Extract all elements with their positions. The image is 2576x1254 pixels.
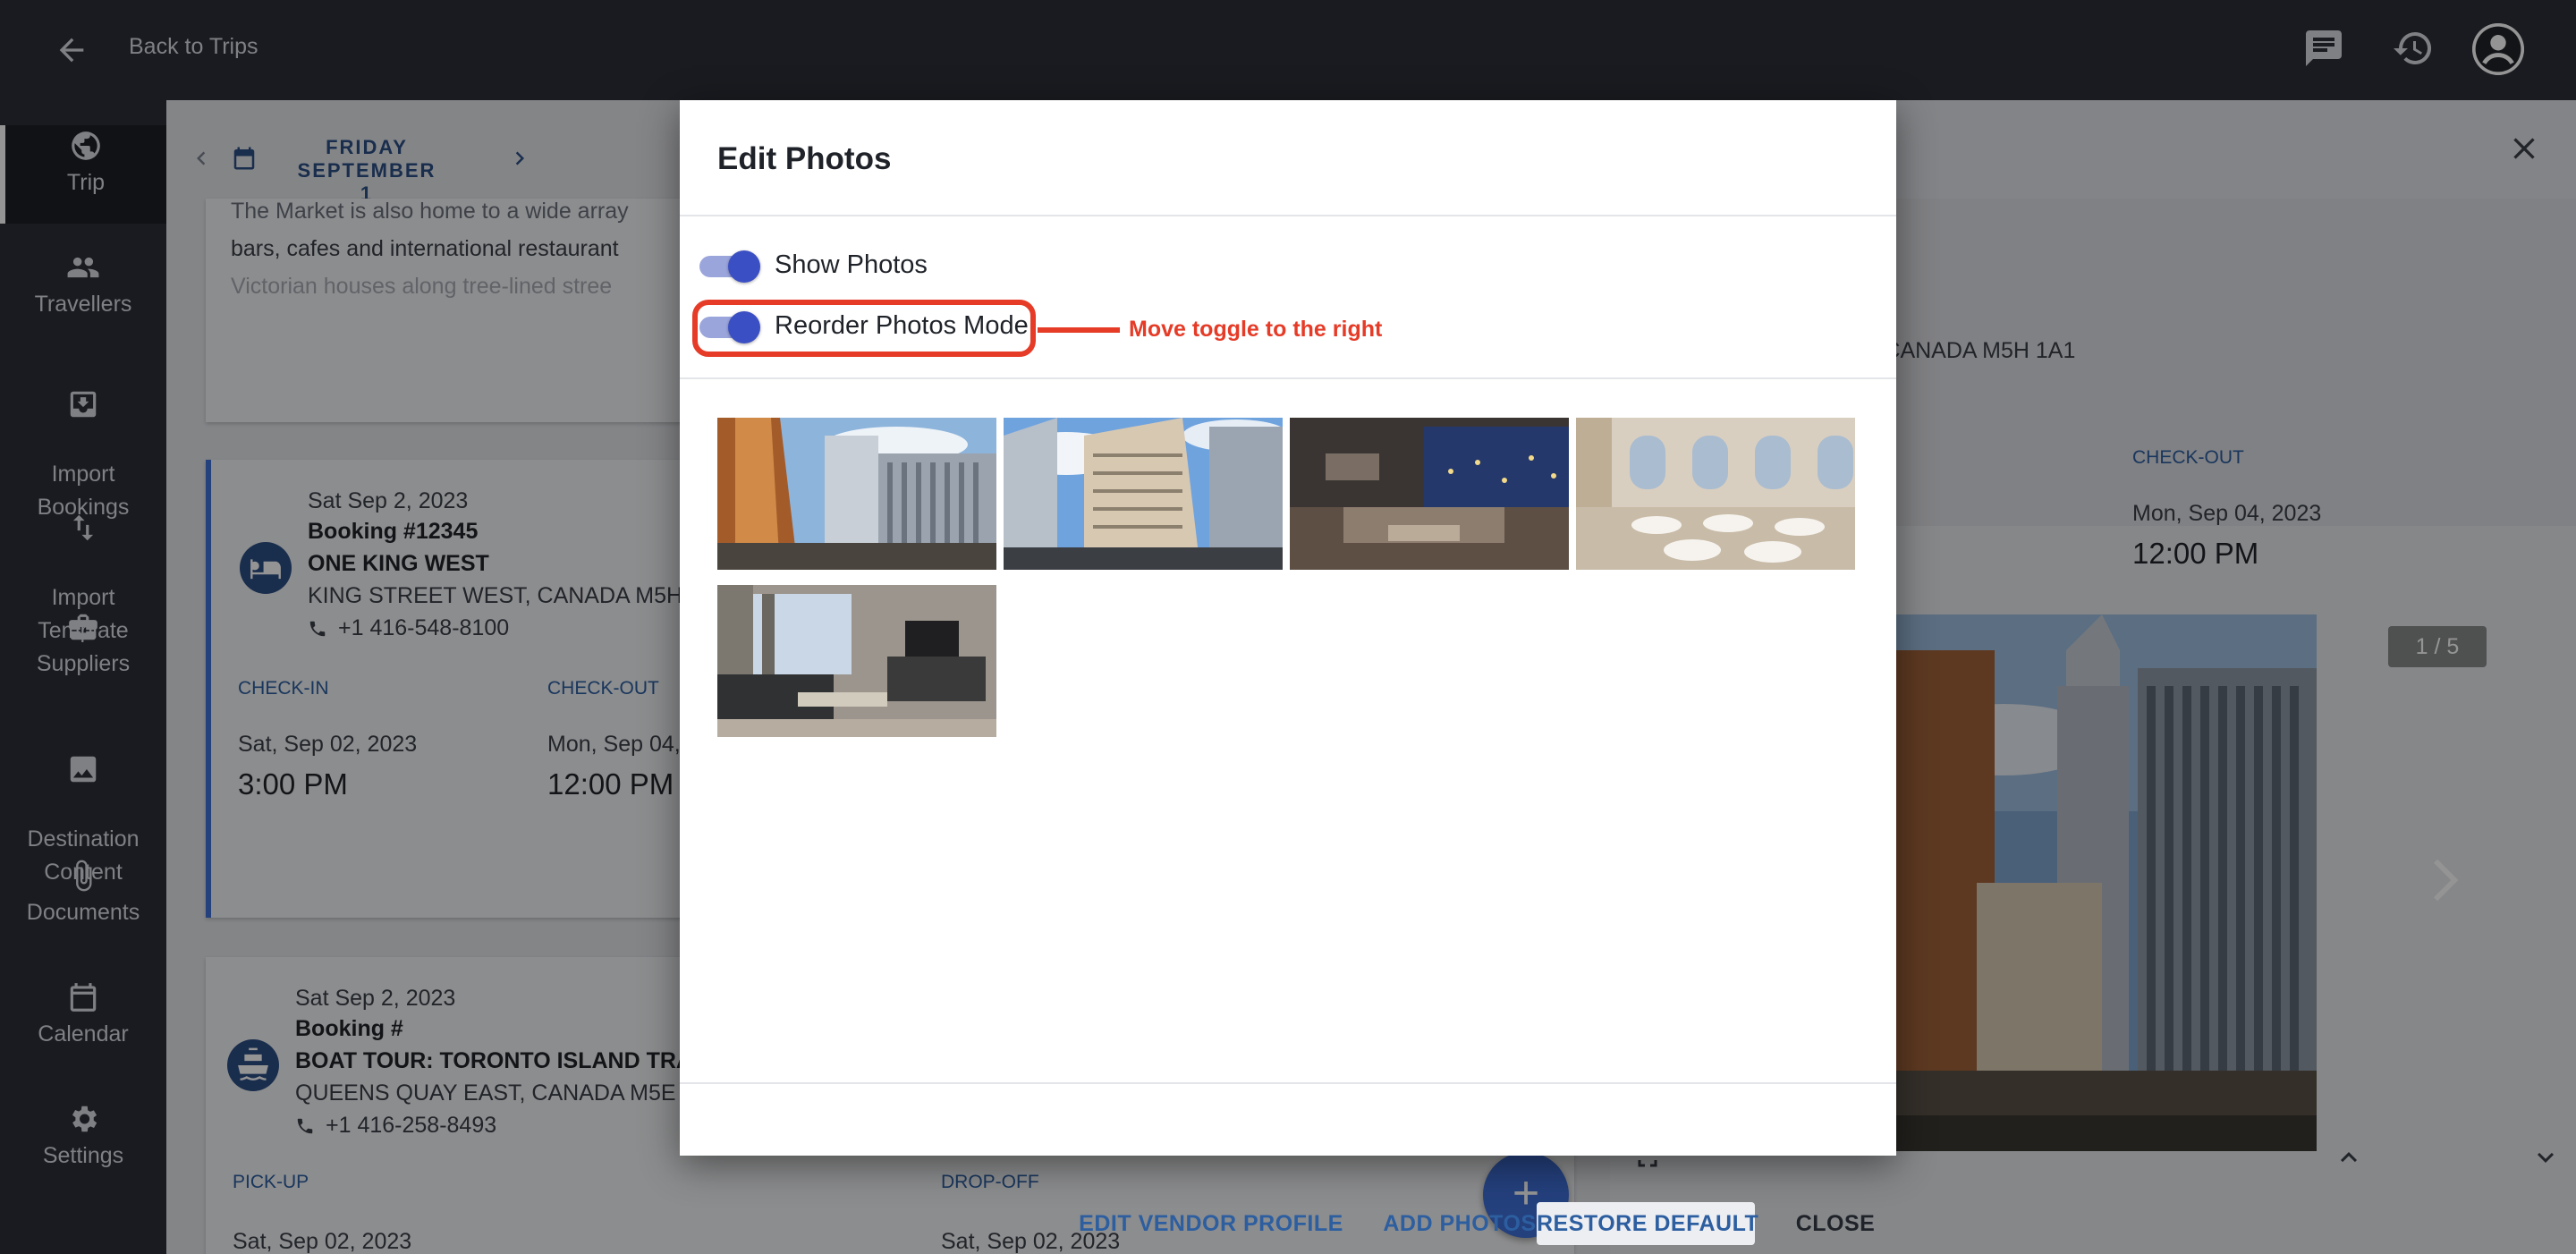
photo-street-towers	[717, 418, 996, 570]
show-photos-label: Show Photos	[775, 250, 928, 279]
toggle-knob	[728, 250, 760, 283]
photo-hotel-exterior	[1004, 418, 1283, 570]
photo-thumb-5[interactable]	[717, 585, 996, 737]
photo-ballroom	[1576, 418, 1855, 570]
toggles-divider	[680, 377, 1896, 379]
photo-guest-room	[717, 585, 996, 737]
photo-thumb-4[interactable]	[1576, 418, 1855, 570]
photo-lounge-night	[1290, 418, 1569, 570]
annotation-highlight	[692, 300, 1036, 357]
add-photos-button[interactable]: ADD PHOTOS	[1381, 1202, 1538, 1245]
edit-vendor-profile-button[interactable]: EDIT VENDOR PROFILE	[1061, 1202, 1361, 1245]
close-button[interactable]: CLOSE	[1792, 1202, 1878, 1245]
photo-thumb-3[interactable]	[1290, 418, 1569, 570]
photo-thumb-2[interactable]	[1004, 418, 1283, 570]
footer-divider	[680, 1082, 1896, 1084]
edit-photos-dialog: Edit Photos Show Photos Reorder Photos M…	[680, 100, 1896, 1245]
show-photos-toggle[interactable]	[699, 250, 760, 283]
dialog-title: Edit Photos	[717, 141, 892, 176]
annotation-instruction: Move toggle to the right	[1129, 317, 1383, 342]
photo-thumb-1[interactable]	[717, 418, 996, 570]
annotation-connector	[1038, 327, 1120, 333]
restore-default-button[interactable]: RESTORE DEFAULT	[1537, 1202, 1758, 1245]
title-divider	[680, 215, 1896, 216]
